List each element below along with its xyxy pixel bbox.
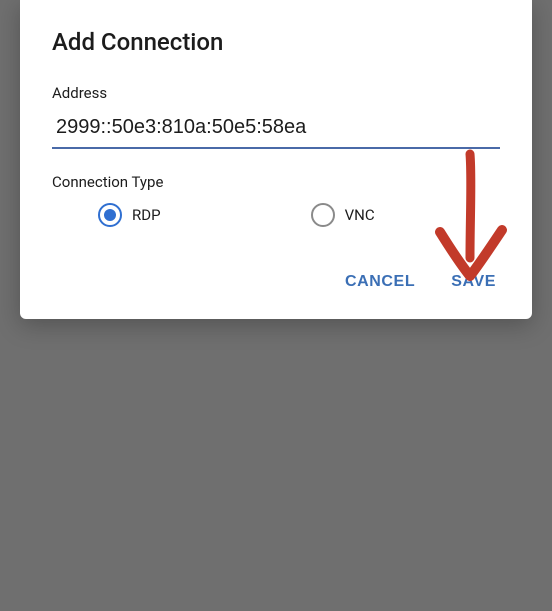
- radio-dot-icon: [104, 209, 116, 221]
- dialog-title: Add Connection: [52, 28, 500, 56]
- radio-option-rdp[interactable]: RDP: [98, 203, 161, 227]
- radio-option-vnc[interactable]: VNC: [311, 203, 375, 227]
- radio-icon: [311, 203, 335, 227]
- address-label: Address: [52, 84, 500, 102]
- cancel-button[interactable]: CANCEL: [341, 267, 419, 297]
- save-button[interactable]: SAVE: [447, 267, 500, 297]
- connection-type-group: RDP VNC: [52, 203, 500, 227]
- radio-icon: [98, 203, 122, 227]
- connection-type-label: Connection Type: [52, 173, 500, 191]
- radio-label-vnc: VNC: [345, 206, 375, 224]
- address-input[interactable]: [52, 110, 500, 149]
- dialog-actions: CANCEL SAVE: [52, 267, 500, 297]
- radio-label-rdp: RDP: [132, 206, 161, 224]
- add-connection-dialog: Add Connection Address Connection Type R…: [20, 0, 532, 319]
